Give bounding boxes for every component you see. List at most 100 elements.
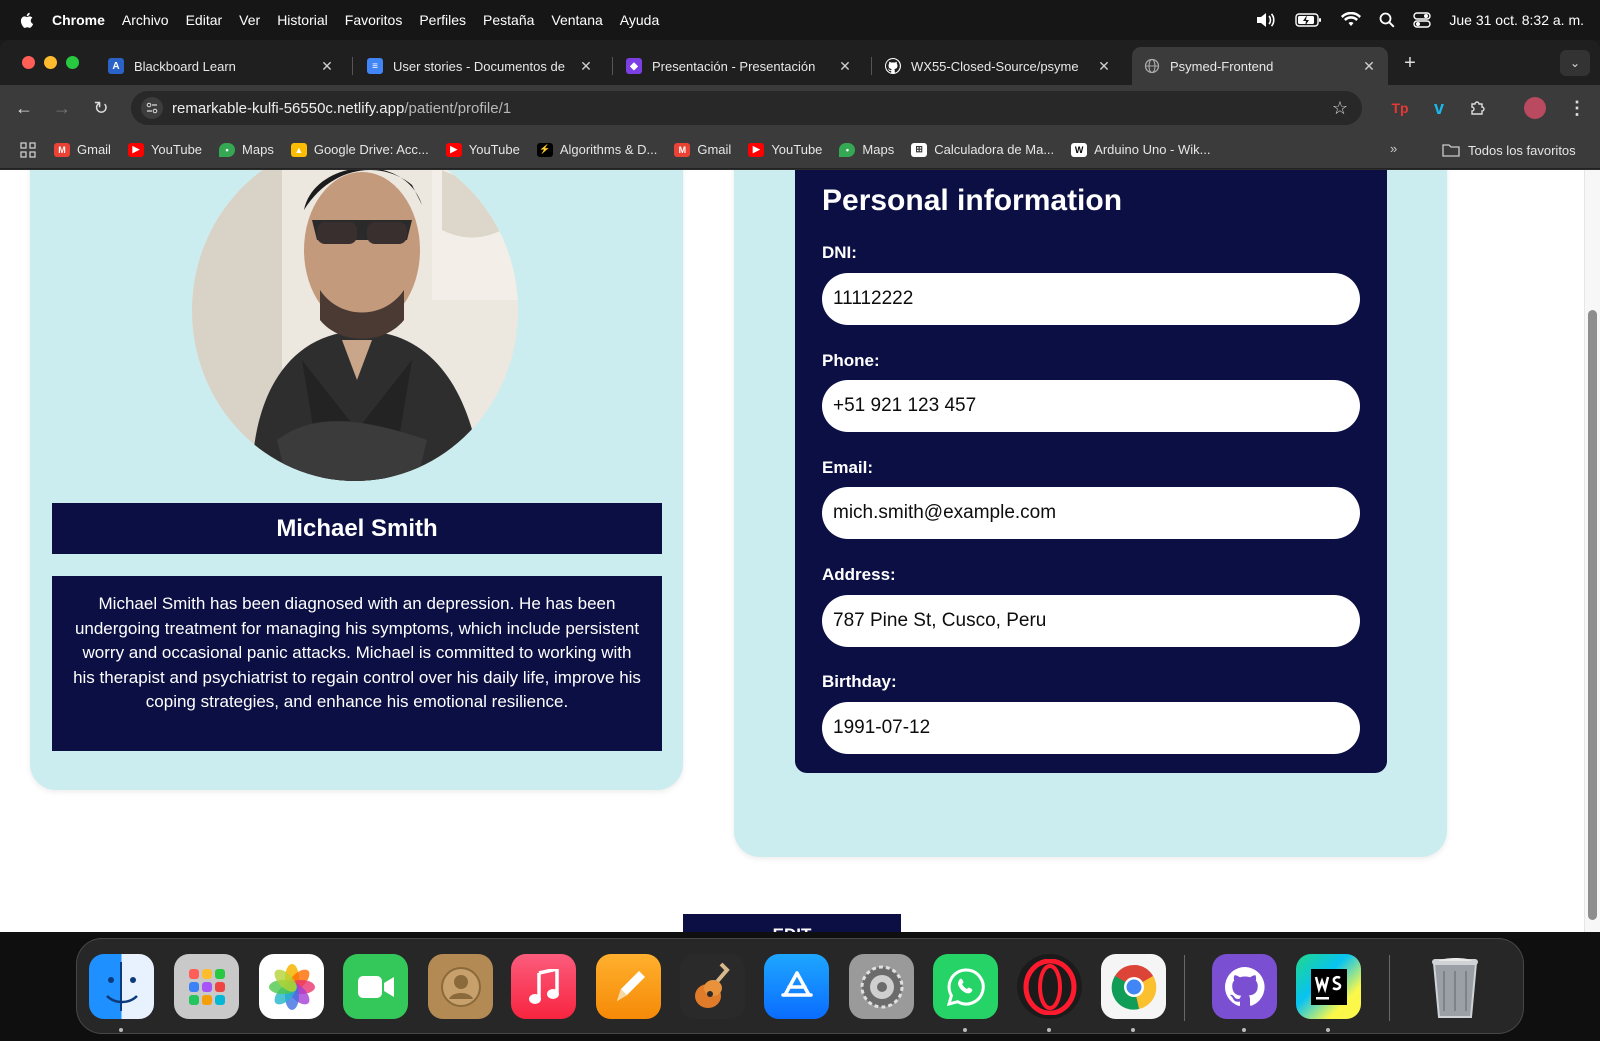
close-tab-icon[interactable]: ✕: [838, 58, 852, 75]
minimize-window-button[interactable]: [44, 56, 57, 69]
page-scrollbar[interactable]: [1584, 170, 1600, 932]
apple-logo-icon[interactable]: [18, 11, 36, 29]
tab-presentacion[interactable]: ◆ Presentación - Presentación ✕: [614, 47, 864, 85]
close-tab-icon[interactable]: ✕: [1362, 58, 1376, 75]
github-desktop-icon[interactable]: [1212, 954, 1277, 1019]
menu-bar-clock[interactable]: Jue 31 oct. 8:32 a. m.: [1449, 12, 1584, 28]
pages-icon[interactable]: [596, 954, 661, 1019]
app-store-icon[interactable]: [764, 954, 829, 1019]
bookmark-maps[interactable]: • Maps: [839, 142, 894, 157]
close-window-button[interactable]: [22, 56, 35, 69]
url-text: remarkable-kulfi-56550c.netlify.app/pati…: [172, 100, 511, 117]
google-docs-icon: ≡: [367, 58, 383, 74]
address-field[interactable]: 787 Pine St, Cusco, Peru: [822, 595, 1360, 647]
bookmark-label: Calculadora de Ma...: [934, 142, 1055, 157]
forward-arrow-icon[interactable]: →: [51, 97, 73, 119]
close-tab-icon[interactable]: ✕: [579, 58, 593, 75]
spotlight-search-icon[interactable]: [1379, 12, 1395, 28]
bookmark-algorithms[interactable]: ⚡ Algorithms & D...: [536, 142, 658, 157]
contacts-icon[interactable]: [428, 954, 493, 1019]
bookmark-maps[interactable]: • Maps: [219, 142, 274, 157]
translate-extension-icon[interactable]: Tp: [1389, 97, 1411, 119]
tab-psymed-frontend[interactable]: Psymed-Frontend ✕: [1132, 47, 1388, 85]
chrome-icon[interactable]: [1101, 954, 1166, 1019]
bookmark-label: Maps: [242, 142, 274, 157]
email-label: Email:: [822, 458, 874, 477]
new-tab-button[interactable]: +: [1398, 52, 1422, 75]
scrollbar-thumb[interactable]: [1588, 310, 1597, 920]
close-tab-icon[interactable]: ✕: [1097, 58, 1111, 75]
bookmark-star-icon[interactable]: ☆: [1332, 98, 1348, 119]
tab-blackboard-learn[interactable]: A Blackboard Learn ✕: [96, 47, 346, 85]
extensions-puzzle-icon[interactable]: [1467, 97, 1489, 119]
bookmark-calculadora[interactable]: ⊞ Calculadora de Ma...: [911, 142, 1054, 157]
phone-field[interactable]: +51 921 123 457: [822, 380, 1360, 432]
photos-icon[interactable]: [259, 954, 324, 1019]
finder-icon[interactable]: [89, 954, 154, 1019]
chrome-menu-icon[interactable]: ⋮: [1566, 97, 1588, 119]
back-arrow-icon[interactable]: ←: [13, 97, 35, 119]
birthday-label: Birthday:: [822, 672, 897, 691]
wifi-icon[interactable]: [1341, 12, 1362, 28]
webstorm-icon[interactable]: [1296, 954, 1361, 1019]
address-bar[interactable]: remarkable-kulfi-56550c.netlify.app/pati…: [131, 91, 1362, 125]
battery-icon[interactable]: [1295, 12, 1323, 28]
launchpad-icon[interactable]: [174, 954, 239, 1019]
apps-grid-icon[interactable]: [20, 141, 36, 158]
birthday-field[interactable]: 1991-07-12: [822, 702, 1360, 754]
whatsapp-icon[interactable]: [933, 954, 998, 1019]
dni-field[interactable]: 11112222: [822, 273, 1360, 325]
patient-name: Michael Smith: [52, 503, 662, 554]
tab-strip: A Blackboard Learn ✕ ≡ User stories - Do…: [0, 40, 1600, 85]
tab-divider: [612, 57, 613, 75]
bookmark-gmail[interactable]: M Gmail: [54, 142, 111, 157]
system-settings-icon[interactable]: [849, 954, 914, 1019]
menu-archivo[interactable]: Archivo: [122, 12, 169, 28]
dock-separator: [1184, 955, 1185, 1021]
chrome-window: A Blackboard Learn ✕ ≡ User stories - Do…: [0, 40, 1600, 932]
tab-github-repo[interactable]: WX55-Closed-Source/psyme ✕: [873, 47, 1123, 85]
menu-perfiles[interactable]: Perfiles: [419, 12, 466, 28]
bookmark-arduino-wiki[interactable]: W Arduino Uno - Wik...: [1071, 142, 1210, 157]
tab-user-stories[interactable]: ≡ User stories - Documentos de ✕: [355, 47, 605, 85]
menu-ayuda[interactable]: Ayuda: [620, 12, 659, 28]
menu-editar[interactable]: Editar: [186, 12, 223, 28]
dock-separator: [1389, 955, 1390, 1021]
running-indicator: [1047, 1028, 1051, 1032]
bookmark-gmail[interactable]: M Gmail: [674, 142, 731, 157]
tab-divider: [871, 57, 872, 75]
control-center-icon[interactable]: [1413, 12, 1432, 28]
close-tab-icon[interactable]: ✕: [320, 58, 334, 75]
all-bookmarks-folder[interactable]: Todos los favoritos: [1442, 131, 1576, 169]
vimeo-extension-icon[interactable]: v: [1428, 97, 1450, 119]
site-info-icon[interactable]: [141, 97, 163, 119]
bookmark-youtube[interactable]: ▶ YouTube: [445, 142, 520, 157]
menu-app-name[interactable]: Chrome: [52, 12, 105, 28]
menu-historial[interactable]: Historial: [277, 12, 328, 28]
email-field[interactable]: mich.smith@example.com: [822, 487, 1360, 539]
bookmark-youtube[interactable]: ▶ YouTube: [127, 142, 202, 157]
bookmark-google-drive[interactable]: ▲ Google Drive: Acc...: [290, 142, 429, 157]
tab-search-chevron-down-icon[interactable]: ⌄: [1560, 50, 1590, 76]
trash-icon[interactable]: [1422, 954, 1487, 1019]
bookmark-youtube[interactable]: ▶ YouTube: [748, 142, 822, 157]
profile-avatar-icon[interactable]: [1524, 97, 1546, 119]
facetime-icon[interactable]: [343, 954, 408, 1019]
youtube-icon: ▶: [127, 142, 144, 157]
menu-favoritos[interactable]: Favoritos: [345, 12, 403, 28]
menu-pestana[interactable]: Pestaña: [483, 12, 534, 28]
menu-ventana[interactable]: Ventana: [551, 12, 602, 28]
edit-button[interactable]: EDIT: [683, 914, 901, 932]
opera-icon[interactable]: [1017, 954, 1082, 1019]
garageband-icon[interactable]: [680, 954, 745, 1019]
menu-ver[interactable]: Ver: [239, 12, 260, 28]
music-icon[interactable]: [511, 954, 576, 1019]
reload-icon[interactable]: ↻: [90, 97, 112, 119]
bookmark-label: YouTube: [468, 142, 520, 157]
zoom-window-button[interactable]: [66, 56, 79, 69]
menu-bar-status-area: Jue 31 oct. 8:32 a. m.: [1255, 0, 1584, 40]
tab-label: Psymed-Frontend: [1170, 58, 1274, 74]
more-bookmarks-chevron-icon[interactable]: »: [1390, 141, 1397, 156]
bookmark-label: Algorithms & D...: [559, 142, 658, 157]
volume-icon[interactable]: [1255, 12, 1277, 28]
